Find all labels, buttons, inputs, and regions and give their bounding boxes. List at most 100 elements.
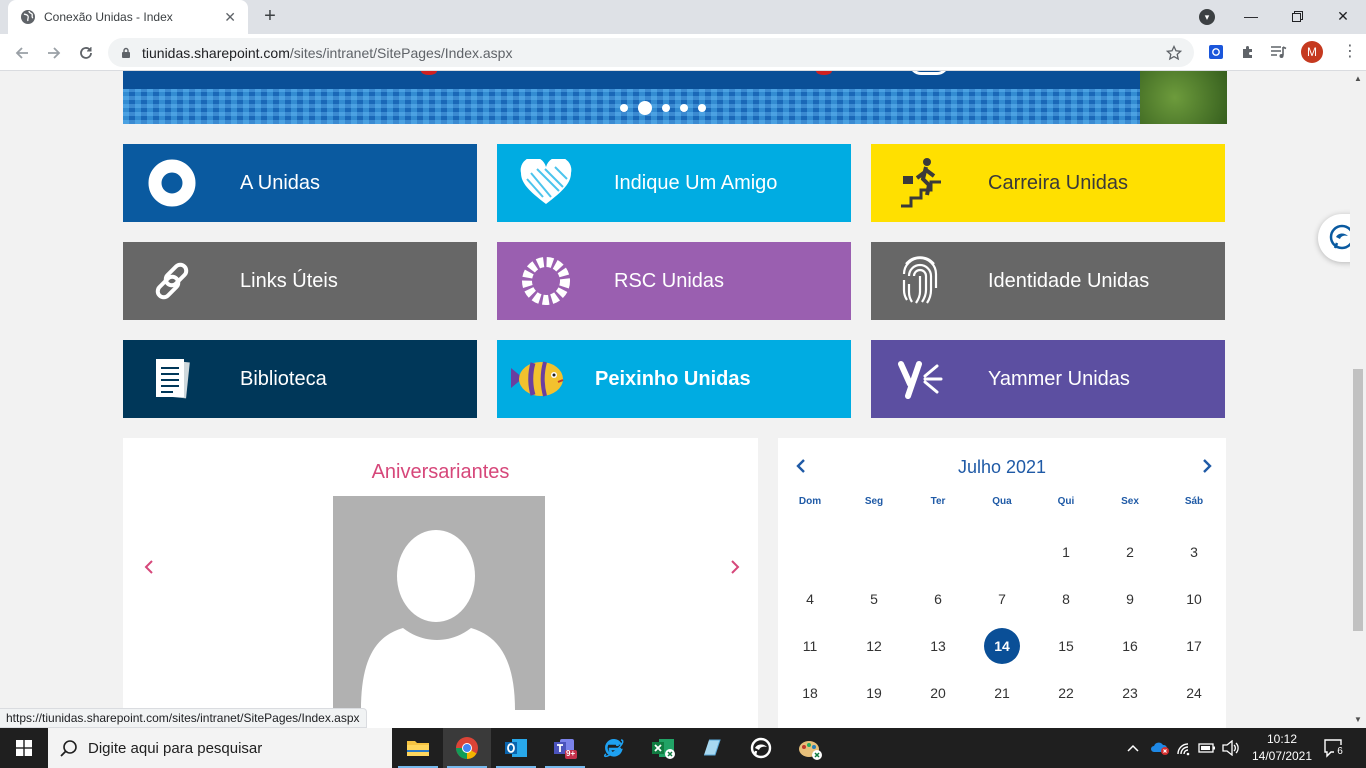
carousel-dot-active[interactable] <box>638 101 652 115</box>
taskbar-outlook[interactable] <box>492 728 540 768</box>
taskbar-file-explorer[interactable] <box>394 728 442 768</box>
scrollbar-thumb[interactable] <box>1353 369 1363 631</box>
tile-identidade-unidas[interactable]: Identidade Unidas <box>871 242 1225 320</box>
taskbar-internet-explorer[interactable] <box>590 728 638 768</box>
calendar-day-cell[interactable]: 6 <box>906 561 970 608</box>
calendar-day[interactable]: 22 <box>1048 675 1084 711</box>
action-center-button[interactable]: 6 <box>1322 736 1346 760</box>
taskbar-excel[interactable] <box>639 728 687 768</box>
page-scrollbar[interactable]: ▲ ▼ <box>1350 71 1366 728</box>
calendar-day-cell[interactable]: 1 <box>1034 514 1098 561</box>
tray-onedrive-error[interactable] <box>1150 728 1170 768</box>
forward-button[interactable] <box>42 41 66 65</box>
calendar-day-cell[interactable]: 3 <box>1162 514 1226 561</box>
calendar-day[interactable]: 19 <box>856 675 892 711</box>
calendar-day-cell <box>842 514 906 561</box>
calendar-next-button[interactable] <box>1200 456 1220 480</box>
calendar-day-cell[interactable]: 9 <box>1098 561 1162 608</box>
calendar-day-cell[interactable]: 15 <box>1034 608 1098 655</box>
browser-tab[interactable]: Conexão Unidas - Index ✕ <box>8 0 248 34</box>
calendar-day-cell[interactable]: 11 <box>778 608 842 655</box>
tile-yammer-unidas[interactable]: Yammer Unidas <box>871 340 1225 418</box>
tile-label: Links Úteis <box>240 270 338 292</box>
taskbar-teams[interactable]: 9+ <box>541 728 589 768</box>
calendar-day[interactable]: 21 <box>984 675 1020 711</box>
extensions-puzzle-icon[interactable] <box>1239 43 1257 61</box>
close-window-button[interactable]: ✕ <box>1320 0 1366 32</box>
calendar-day-cell[interactable]: 22 <box>1034 655 1098 702</box>
media-control-icon[interactable] <box>1270 43 1288 61</box>
calendar-day-cell[interactable]: 4 <box>778 561 842 608</box>
hero-carousel[interactable] <box>123 71 1227 124</box>
calendar-day-cell[interactable]: 10 <box>1162 561 1226 608</box>
banner-photo <box>1140 71 1227 124</box>
calendar-day-cell[interactable]: 5 <box>842 561 906 608</box>
calendar-day[interactable]: 23 <box>1112 675 1148 711</box>
taskbar-notes-app[interactable] <box>688 728 736 768</box>
reload-button[interactable] <box>74 41 98 65</box>
tile-rsc-unidas[interactable]: RSC Unidas <box>497 242 851 320</box>
tile-indique-um-amigo[interactable]: Indique Um Amigo <box>497 144 851 222</box>
calendar-day-cell[interactable]: 12 <box>842 608 906 655</box>
new-tab-button[interactable]: + <box>258 6 282 28</box>
calendar-prev-button[interactable] <box>794 456 814 480</box>
tab-close-icon[interactable]: ✕ <box>224 9 236 26</box>
carousel-dot[interactable] <box>680 104 688 112</box>
calendar-day[interactable]: 18 <box>792 675 828 711</box>
browser-toolbar: tiunidas.sharepoint.com/sites/intranet/S… <box>0 34 1366 71</box>
scroll-down-icon[interactable]: ▼ <box>1353 715 1363 725</box>
tab-search-icon[interactable]: ▾ <box>1199 9 1215 25</box>
profile-avatar[interactable]: M <box>1301 41 1323 63</box>
scroll-up-icon[interactable]: ▲ <box>1353 74 1363 84</box>
birthdays-prev-button[interactable] <box>143 556 155 582</box>
calendar-day-cell[interactable]: 13 <box>906 608 970 655</box>
birthdays-next-button[interactable] <box>729 556 741 582</box>
banner-logo-decoration <box>909 71 949 75</box>
calendar-day-cell[interactable]: 23 <box>1098 655 1162 702</box>
calendar-day-cell <box>906 514 970 561</box>
start-button[interactable] <box>0 728 48 768</box>
carousel-dot[interactable] <box>620 104 628 112</box>
calendar-day-cell[interactable]: 19 <box>842 655 906 702</box>
address-bar[interactable]: tiunidas.sharepoint.com/sites/intranet/S… <box>108 38 1194 67</box>
extension-camera-icon[interactable] <box>1207 43 1225 61</box>
taskbar-clock[interactable]: 10:12 14/07/2021 <box>1250 731 1314 765</box>
tray-volume[interactable] <box>1222 728 1240 768</box>
carousel-dot[interactable] <box>698 104 706 112</box>
tray-show-hidden[interactable] <box>1126 728 1140 768</box>
tray-network[interactable] <box>1176 728 1194 768</box>
carousel-dot[interactable] <box>662 104 670 112</box>
calendar-day-cell[interactable]: 18 <box>778 655 842 702</box>
tile-a-unidas[interactable]: A Unidas <box>123 144 477 222</box>
taskbar-support-app[interactable] <box>737 728 785 768</box>
lock-icon[interactable] <box>120 47 132 59</box>
calendar-day-cell[interactable]: 21 <box>970 655 1034 702</box>
calendar-day-cell[interactable]: 16 <box>1098 608 1162 655</box>
calendar-day-cell[interactable]: 24 <box>1162 655 1226 702</box>
tile-peixinho-unidas[interactable]: Peixinho Unidas <box>497 340 851 418</box>
calendar-day-cell[interactable]: 8 <box>1034 561 1098 608</box>
calendar-day-cell[interactable]: 2 <box>1098 514 1162 561</box>
chevron-left-icon <box>144 560 153 574</box>
restore-button[interactable] <box>1274 0 1320 32</box>
calendar-day[interactable]: 20 <box>920 675 956 711</box>
minimize-button[interactable]: — <box>1228 0 1274 32</box>
tile-biblioteca[interactable]: Biblioteca <box>123 340 477 418</box>
url-path: /sites/intranet/SitePages/Index.aspx <box>289 44 513 61</box>
tile-links-uteis[interactable]: Links Úteis <box>123 242 477 320</box>
calendar-day[interactable]: 24 <box>1176 675 1212 711</box>
browser-menu-icon[interactable]: ⋮ <box>1340 42 1360 62</box>
taskbar-paint-app[interactable] <box>786 728 834 768</box>
bookmark-star-icon[interactable] <box>1166 44 1182 61</box>
calendar-day-cell[interactable]: 20 <box>906 655 970 702</box>
calendar-day-cell[interactable]: 14 <box>970 608 1034 664</box>
person-placeholder-photo[interactable] <box>333 496 545 710</box>
calendar-day-cell[interactable]: 7 <box>970 561 1034 608</box>
clock-time: 10:12 <box>1266 732 1298 746</box>
tile-carreira-unidas[interactable]: Carreira Unidas <box>871 144 1225 222</box>
taskbar-search-box[interactable]: Digite aqui para pesquisar <box>48 728 392 768</box>
tray-battery[interactable] <box>1198 728 1216 768</box>
calendar-day-cell[interactable]: 17 <box>1162 608 1226 655</box>
back-button[interactable] <box>10 41 34 65</box>
taskbar-chrome[interactable] <box>443 728 491 768</box>
